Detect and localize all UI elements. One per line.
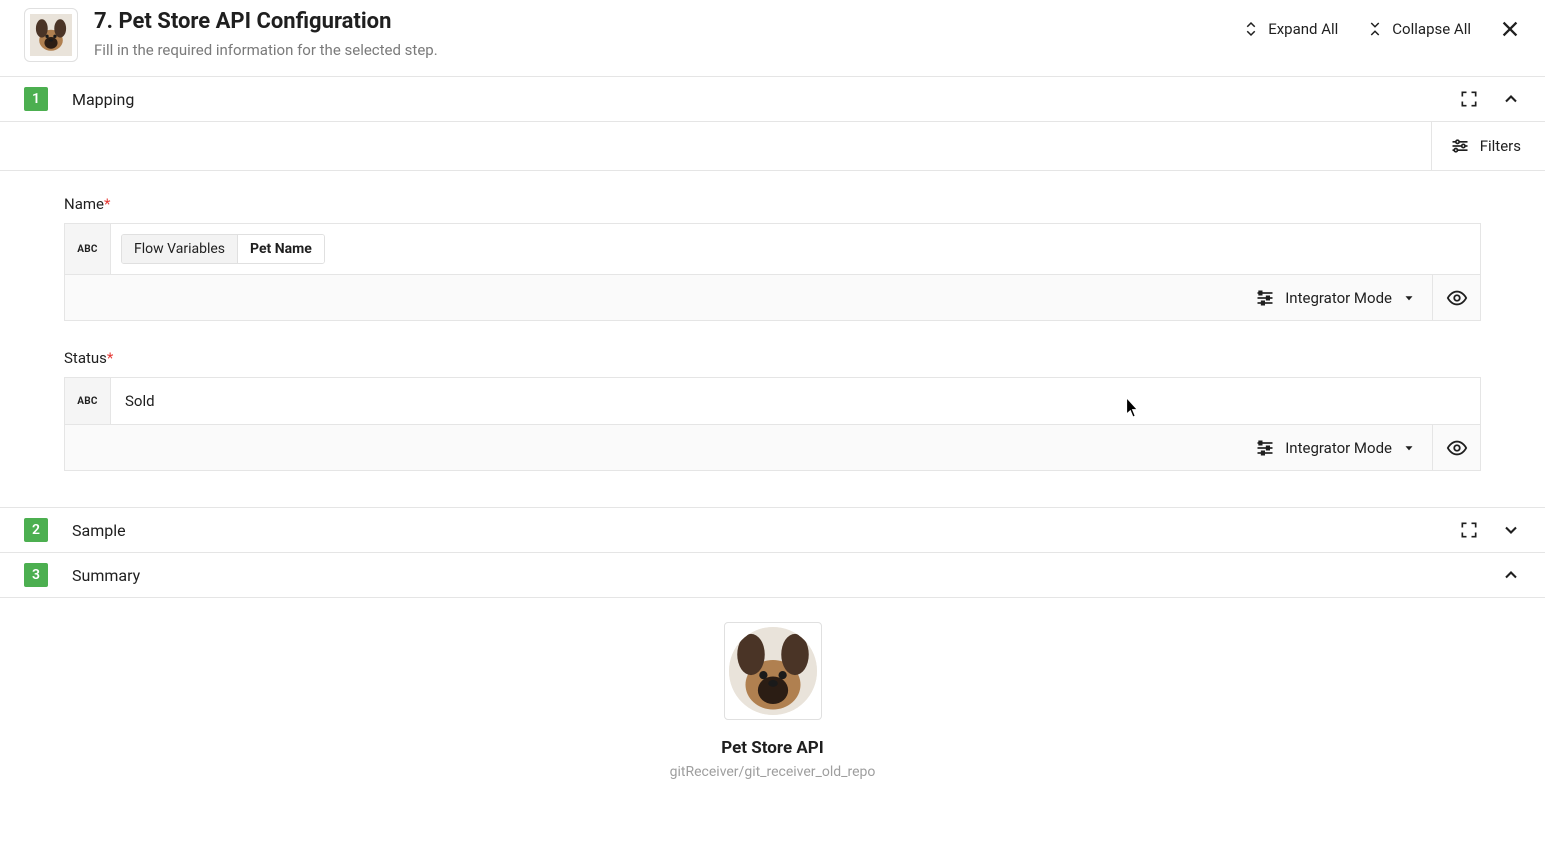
filters-bar-section: Filters	[0, 122, 1545, 171]
eye-icon	[1446, 437, 1468, 459]
eye-icon	[1446, 287, 1468, 309]
field-status-label: Status	[64, 349, 107, 367]
page-header: 7. Pet Store API Configuration Fill in t…	[0, 0, 1545, 77]
field-name-label: Name	[64, 195, 104, 213]
section-summary-icons	[1501, 565, 1521, 585]
type-badge-abc: ABC	[65, 224, 111, 274]
field-status-input-row: ABC Sold	[64, 377, 1481, 425]
required-asterisk: *	[104, 195, 110, 213]
header-title-block: 7. Pet Store API Configuration Fill in t…	[94, 8, 1226, 59]
section-number-badge: 2	[24, 518, 48, 542]
field-name: Name* ABC Flow Variables Pet Name Integr…	[64, 195, 1481, 321]
section-mapping-title: Mapping	[72, 90, 1435, 109]
header-actions: Expand All Collapse All	[1242, 18, 1521, 40]
summary-api-title: Pet Store API	[721, 738, 823, 758]
field-status-mode-row: Integrator Mode	[64, 425, 1481, 471]
filters-label: Filters	[1480, 137, 1521, 155]
section-number-badge: 1	[24, 87, 48, 111]
chevron-up-icon[interactable]	[1501, 565, 1521, 585]
unfold-less-icon	[1366, 20, 1384, 38]
section-mapping-icons	[1459, 89, 1521, 109]
integrator-mode-icon	[1255, 438, 1275, 458]
mode-select[interactable]: Integrator Mode	[1239, 425, 1432, 470]
mode-select-label: Integrator Mode	[1285, 289, 1392, 307]
summary-avatar-frame	[724, 622, 822, 720]
fullscreen-icon[interactable]	[1459, 520, 1479, 540]
section-summary: 3 Summary	[0, 553, 1545, 598]
mapping-form-body: Name* ABC Flow Variables Pet Name Integr…	[0, 171, 1545, 507]
summary-avatar	[729, 627, 817, 715]
header-avatar	[24, 8, 78, 62]
field-name-input[interactable]: Flow Variables Pet Name	[111, 224, 1480, 274]
preview-button[interactable]	[1432, 425, 1480, 470]
field-status: Status* ABC Sold Integrator Mode	[64, 349, 1481, 471]
pet-avatar-icon	[30, 14, 72, 56]
mode-select-label: Integrator Mode	[1285, 439, 1392, 457]
close-button[interactable]	[1499, 18, 1521, 40]
required-asterisk: *	[107, 349, 113, 367]
summary-body: Pet Store API gitReceiver/git_receiver_o…	[0, 598, 1545, 788]
field-name-mode-row: Integrator Mode	[64, 275, 1481, 321]
page-title: 7. Pet Store API Configuration	[94, 8, 1226, 37]
sliders-icon	[1450, 136, 1470, 156]
field-name-input-row: ABC Flow Variables Pet Name	[64, 223, 1481, 275]
chevron-down-icon	[1402, 291, 1416, 305]
field-status-value: Sold	[121, 392, 155, 410]
chevron-down-icon[interactable]	[1501, 520, 1521, 540]
expand-all-button[interactable]: Expand All	[1242, 20, 1338, 38]
section-mapping-header[interactable]: 1 Mapping	[0, 77, 1545, 121]
type-badge-abc: ABC	[65, 378, 111, 424]
filters-button[interactable]: Filters	[1431, 122, 1521, 170]
section-summary-title: Summary	[72, 566, 1477, 585]
pet-avatar-icon	[729, 627, 817, 715]
expand-all-label: Expand All	[1268, 20, 1338, 38]
integrator-mode-icon	[1255, 288, 1275, 308]
summary-api-path: gitReceiver/git_receiver_old_repo	[670, 764, 876, 780]
variable-chip-value: Pet Name	[238, 235, 324, 263]
section-sample-title: Sample	[72, 521, 1435, 540]
preview-button[interactable]	[1432, 275, 1480, 320]
chevron-down-icon	[1402, 441, 1416, 455]
section-sample: 2 Sample	[0, 507, 1545, 553]
field-status-input[interactable]: Sold	[111, 378, 1480, 424]
section-sample-header[interactable]: 2 Sample	[0, 508, 1545, 552]
section-sample-icons	[1459, 520, 1521, 540]
close-icon	[1499, 18, 1521, 40]
chevron-up-icon[interactable]	[1501, 89, 1521, 109]
section-mapping: 1 Mapping	[0, 77, 1545, 122]
fullscreen-icon[interactable]	[1459, 89, 1479, 109]
collapse-all-label: Collapse All	[1392, 20, 1471, 38]
collapse-all-button[interactable]: Collapse All	[1366, 20, 1471, 38]
mode-select[interactable]: Integrator Mode	[1239, 275, 1432, 320]
variable-chip-source: Flow Variables	[122, 235, 238, 263]
unfold-more-icon	[1242, 20, 1260, 38]
page-subtitle: Fill in the required information for the…	[94, 41, 1226, 59]
section-summary-header[interactable]: 3 Summary	[0, 553, 1545, 597]
section-number-badge: 3	[24, 563, 48, 587]
variable-chip[interactable]: Flow Variables Pet Name	[121, 234, 325, 264]
